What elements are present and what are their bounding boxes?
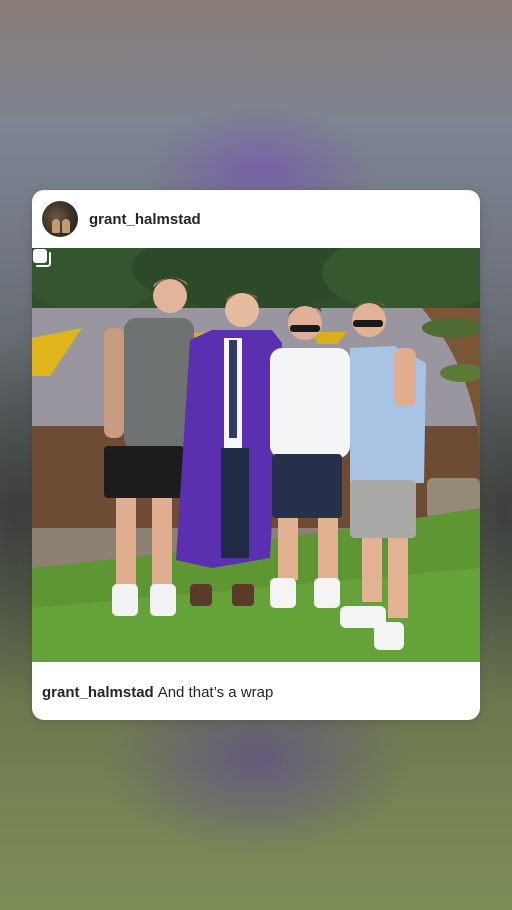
post-caption: grant_halmstad And that’s a wrap bbox=[42, 684, 273, 701]
carousel-icon bbox=[33, 249, 51, 267]
post-card[interactable]: grant_halmstad grant_halmstad And that’s… bbox=[32, 190, 480, 720]
caption-username[interactable]: grant_halmstad bbox=[42, 684, 154, 701]
post-username[interactable]: grant_halmstad bbox=[89, 211, 201, 228]
post-header: grant_halmstad bbox=[32, 190, 480, 248]
photo-scene bbox=[32, 248, 480, 662]
profile-avatar[interactable] bbox=[42, 201, 78, 237]
post-photo[interactable] bbox=[32, 248, 480, 662]
caption-text: And that’s a wrap bbox=[157, 684, 274, 701]
